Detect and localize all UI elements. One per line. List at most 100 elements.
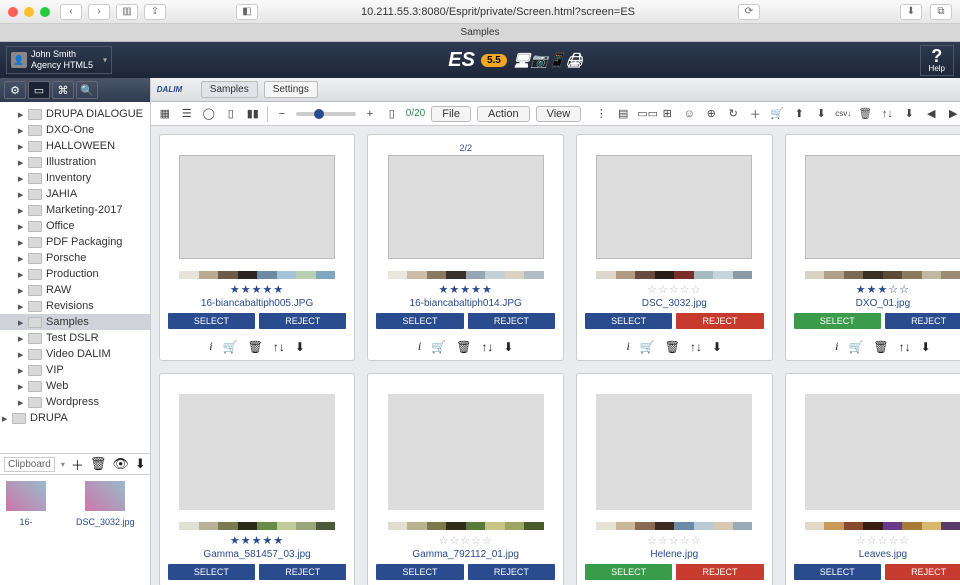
doc-icon[interactable]: ▯ <box>384 107 400 120</box>
export-icon[interactable]: ⬇ <box>901 107 917 120</box>
tab-samples[interactable]: Samples <box>201 81 258 98</box>
asset-thumbnail[interactable] <box>596 155 752 259</box>
cart-icon[interactable]: 🛒 <box>223 340 238 354</box>
delete-icon[interactable]: 🗑 <box>873 340 888 354</box>
rating-stars[interactable]: ★★★★★ <box>230 283 284 296</box>
reject-button[interactable]: REJECT <box>676 313 763 329</box>
tree-item[interactable]: DRUPA <box>0 410 150 426</box>
cart-icon[interactable]: 🛒 <box>769 107 785 120</box>
download-icon[interactable]: ⬇ <box>295 340 305 354</box>
action-menu[interactable]: Action <box>477 106 530 122</box>
select-button[interactable]: SELECT <box>794 564 881 580</box>
help-button[interactable]: ? Help <box>920 45 954 76</box>
nav-back[interactable]: ‹ <box>60 4 82 20</box>
tree-item[interactable]: JAHIA <box>0 186 150 202</box>
clipboard-select[interactable]: Clipboard <box>4 457 55 472</box>
clipboard-item[interactable]: 16- <box>6 481 46 579</box>
tree-item[interactable]: Production <box>0 266 150 282</box>
select-button[interactable]: SELECT <box>376 564 463 580</box>
prev-icon[interactable]: ◀ <box>923 107 939 120</box>
asset-card[interactable]: ☆☆☆☆☆Helene.jpgSELECTREJECT <box>576 373 773 585</box>
zoom-out-icon[interactable]: − <box>274 108 290 120</box>
asset-thumbnail[interactable] <box>388 155 544 259</box>
rating-stars[interactable]: ☆☆☆☆☆ <box>856 534 910 547</box>
rating-stars[interactable]: ☆☆☆☆☆ <box>439 534 493 547</box>
sort-icon[interactable]: ↑↓ <box>879 108 895 120</box>
url-bar[interactable]: 10.211.55.3:8080/Esprit/private/Screen.h… <box>258 6 738 18</box>
cart-icon[interactable]: 🛒 <box>640 340 655 354</box>
sort-icon[interactable]: ↑↓ <box>273 340 285 354</box>
tab-settings[interactable]: Settings <box>264 81 318 98</box>
asset-card[interactable]: ★★★★★16-biancabaltiph005.JPGSELECTREJECT… <box>159 134 356 361</box>
grid-view-icon[interactable]: ▦ <box>157 107 173 120</box>
minimize-window[interactable] <box>24 7 34 17</box>
view-menu[interactable]: View <box>536 106 582 122</box>
tree-item[interactable]: PDF Packaging <box>0 234 150 250</box>
csv-icon[interactable]: csv↓ <box>835 109 851 118</box>
tree-item[interactable]: RAW <box>0 282 150 298</box>
tree-item[interactable]: HALLOWEEN <box>0 138 150 154</box>
asset-thumbnail[interactable] <box>179 394 335 510</box>
downloads-icon[interactable]: ⬇ <box>900 4 922 20</box>
add-clipboard-icon[interactable]: ＋ <box>71 455 84 474</box>
tree-item[interactable]: Illustration <box>0 154 150 170</box>
tree-item[interactable]: Marketing-2017 <box>0 202 150 218</box>
asset-thumbnail[interactable] <box>388 394 544 510</box>
tree-item[interactable]: Inventory <box>0 170 150 186</box>
asset-card[interactable]: ☆☆☆☆☆Gamma_792112_01.jpgSELECTREJECT <box>367 373 564 585</box>
download-icon[interactable]: ⬇ <box>921 340 931 354</box>
tabs-icon[interactable]: ⧉ <box>930 4 952 20</box>
reject-button[interactable]: REJECT <box>885 313 960 329</box>
rating-stars[interactable]: ★★★☆☆ <box>856 283 910 296</box>
rating-stars[interactable]: ☆☆☆☆☆ <box>647 283 701 296</box>
reader-icon[interactable]: ◧ <box>236 4 258 20</box>
delete-icon[interactable]: 🗑 <box>456 340 471 354</box>
reload-icon[interactable]: ⟳ <box>738 4 760 20</box>
reject-button[interactable]: REJECT <box>259 313 346 329</box>
maximize-window[interactable] <box>40 7 50 17</box>
list-view-icon[interactable]: ☰ <box>179 107 195 120</box>
close-window[interactable] <box>8 7 18 17</box>
tree-item[interactable]: Test DSLR <box>0 330 150 346</box>
add-icon[interactable]: ＋ <box>747 106 763 122</box>
info-icon[interactable]: i <box>627 339 630 354</box>
refresh-icon[interactable]: ↻ <box>725 107 741 120</box>
browser-tab[interactable]: Samples <box>0 24 960 42</box>
compare-icon[interactable]: ▮▮ <box>245 107 261 120</box>
delete-icon[interactable]: 🗑 <box>248 340 263 354</box>
sort-icon[interactable]: ↑↓ <box>899 340 911 354</box>
circle-view-icon[interactable]: ◯ <box>201 107 217 120</box>
user-menu[interactable]: 👤 John Smith Agency HTML5 <box>6 46 112 74</box>
clipboard-item[interactable]: DSC_3032.jpg <box>76 481 135 579</box>
tree-item[interactable]: Samples <box>0 314 150 330</box>
reject-button[interactable]: REJECT <box>468 313 555 329</box>
delete-icon[interactable]: 🗑 <box>665 340 680 354</box>
tree-item[interactable]: DRUPA DIALOGUE <box>0 106 150 122</box>
tree-item[interactable]: Video DALIM <box>0 346 150 362</box>
cart-icon[interactable]: 🛒 <box>848 340 863 354</box>
rating-stars[interactable]: ☆☆☆☆☆ <box>647 534 701 547</box>
delete-clipboard-icon[interactable]: 🗑 <box>90 456 107 472</box>
view-clipboard-icon[interactable]: 👁 <box>112 456 129 472</box>
asset-card[interactable]: ☆☆☆☆☆Leaves.jpgSELECTREJECT <box>785 373 960 585</box>
info-icon[interactable]: i <box>835 339 838 354</box>
select-button[interactable]: SELECT <box>168 313 255 329</box>
rating-stars[interactable]: ★★★★★ <box>230 534 284 547</box>
select-button[interactable]: SELECT <box>794 313 881 329</box>
user-icon[interactable]: ☺ <box>681 108 697 120</box>
select-button[interactable]: SELECT <box>168 564 255 580</box>
tree-item[interactable]: Office <box>0 218 150 234</box>
asset-thumbnail[interactable] <box>805 155 960 259</box>
select-button[interactable]: SELECT <box>585 313 672 329</box>
trash-icon[interactable]: 🗑 <box>857 107 873 120</box>
globe-icon[interactable]: ⊕ <box>703 107 719 120</box>
sidebar-toggle[interactable]: ▥ <box>116 4 138 20</box>
asset-thumbnail[interactable] <box>179 155 335 259</box>
cart-icon[interactable]: 🛒 <box>431 340 446 354</box>
rating-stars[interactable]: ★★★★★ <box>439 283 493 296</box>
reject-button[interactable]: REJECT <box>259 564 346 580</box>
info-icon[interactable]: i <box>209 339 212 354</box>
download-icon[interactable]: ⬇ <box>712 340 722 354</box>
tree-item[interactable]: Revisions <box>0 298 150 314</box>
link-icon[interactable]: ⌘ <box>52 81 74 99</box>
